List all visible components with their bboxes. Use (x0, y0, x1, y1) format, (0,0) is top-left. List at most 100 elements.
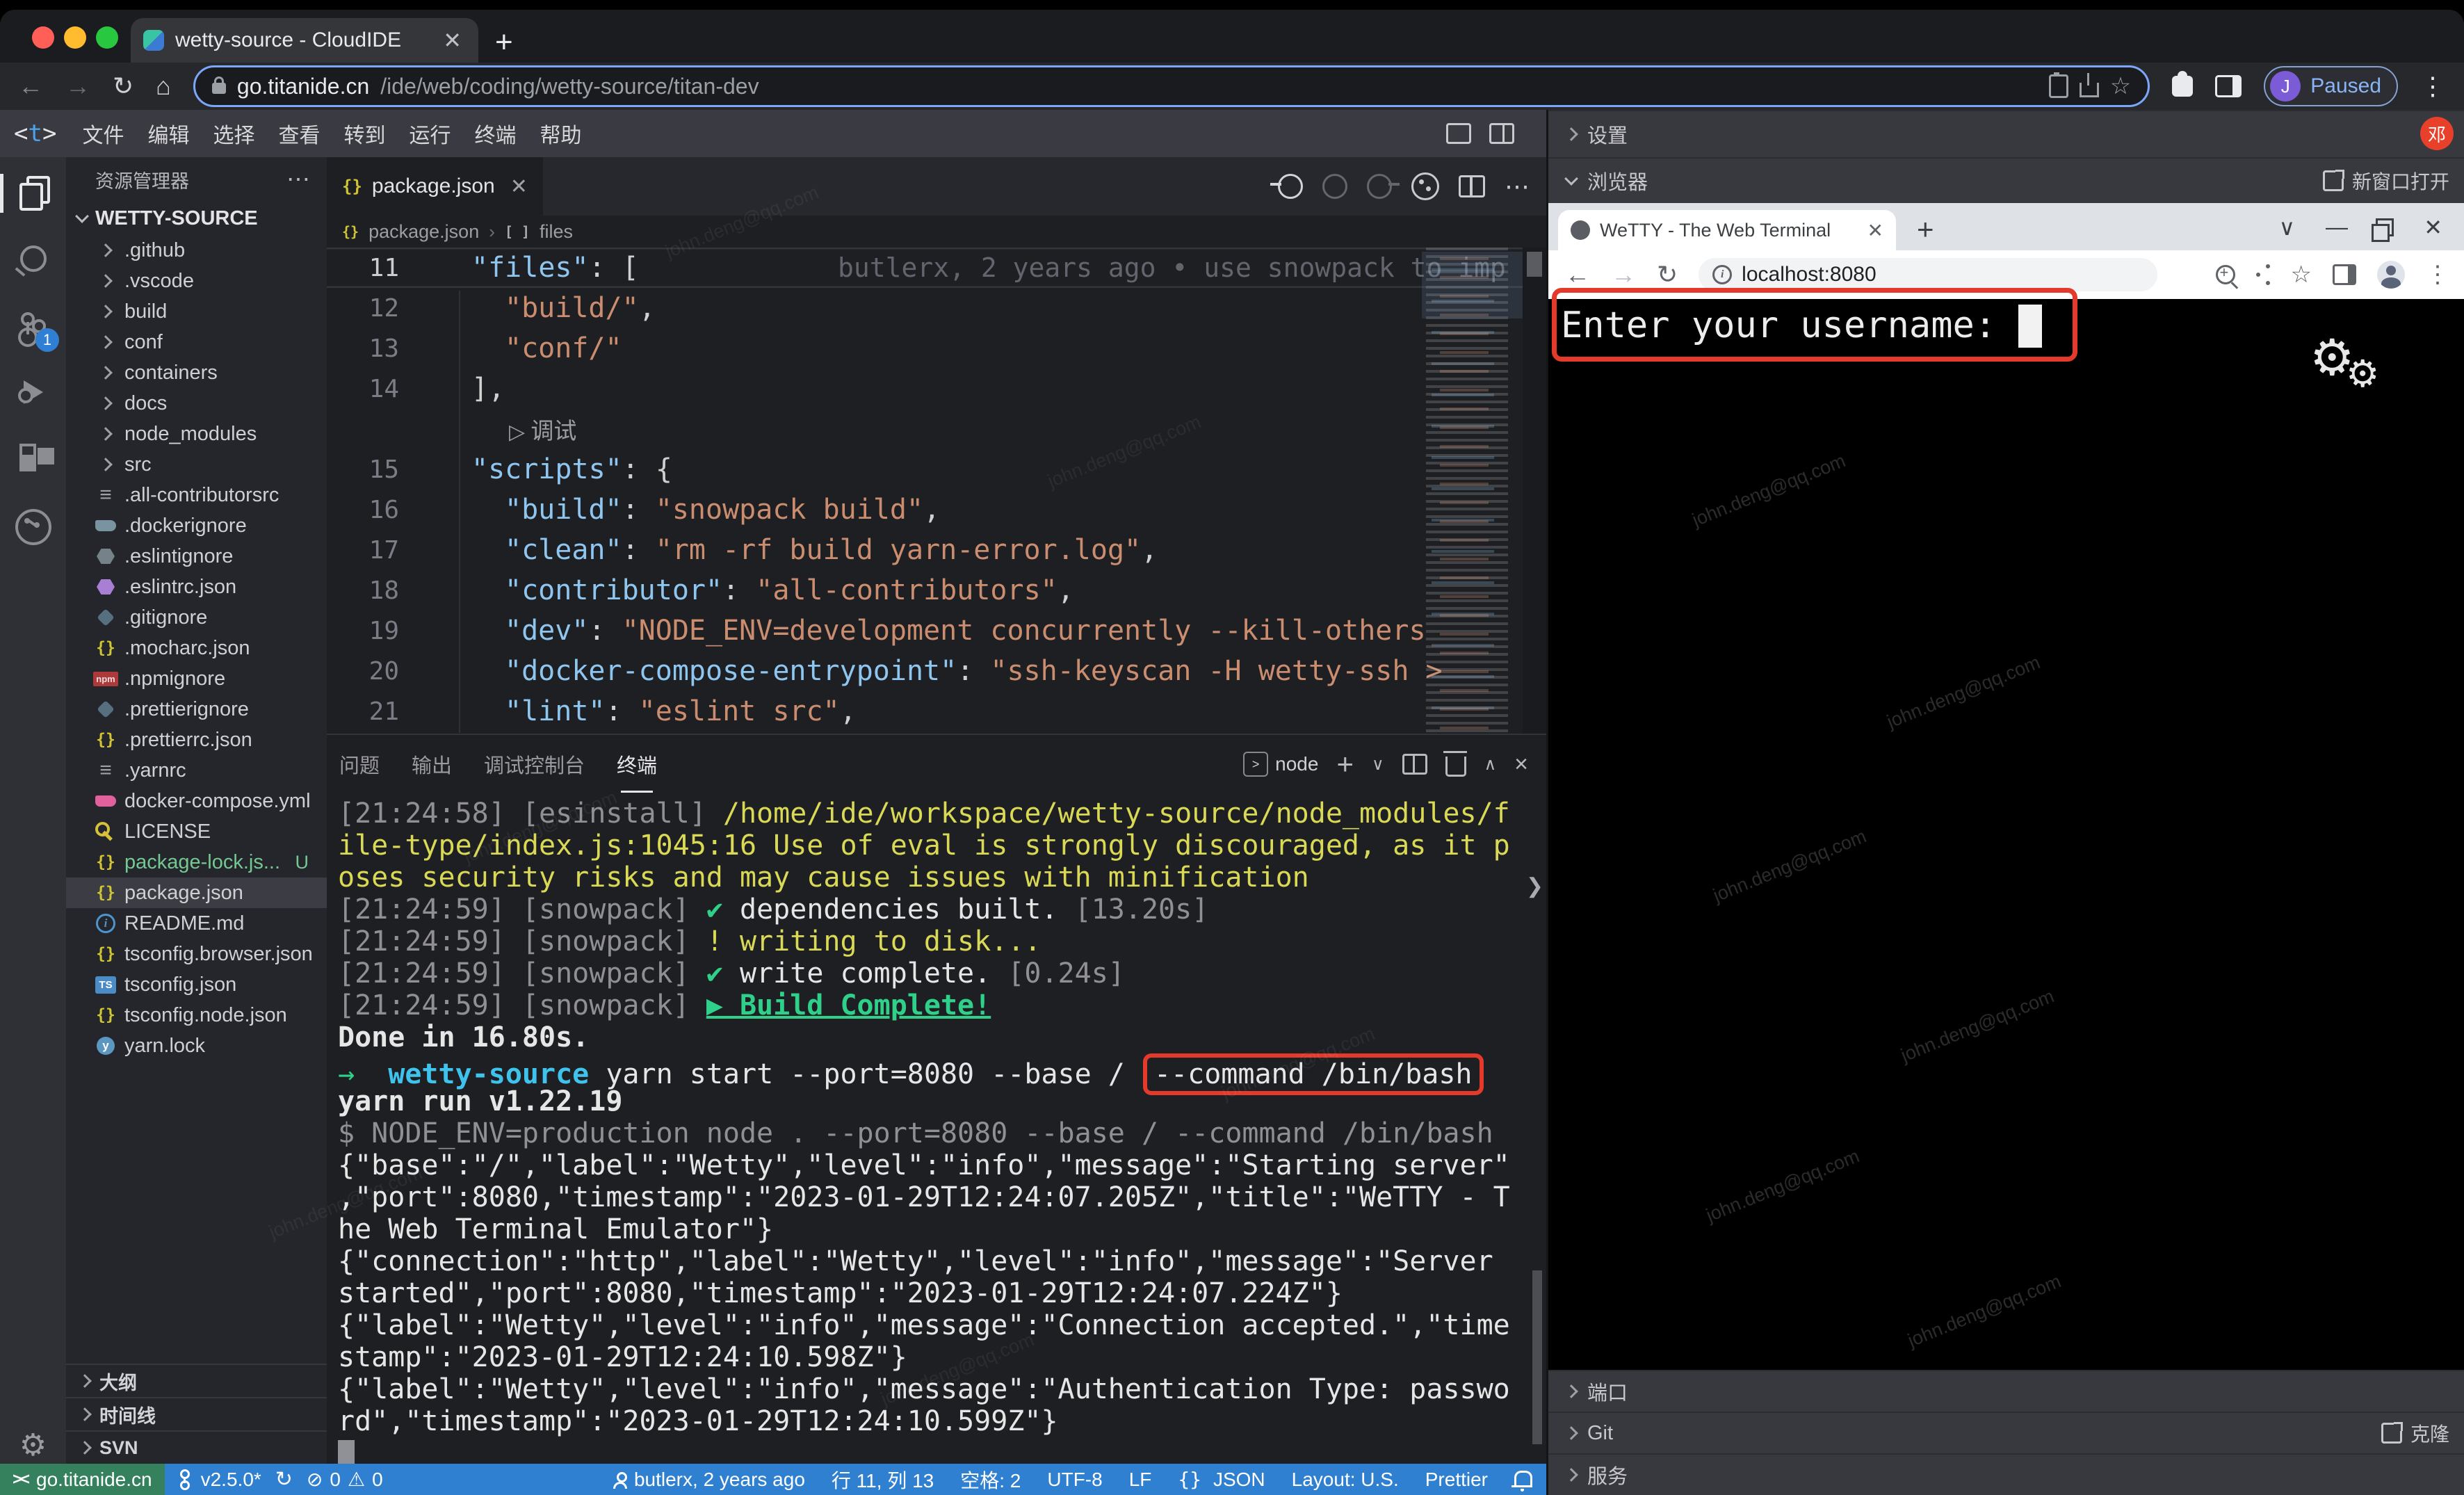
tree-item[interactable]: containers (66, 357, 327, 388)
minimize-window-button[interactable] (64, 26, 86, 49)
menu-kebab-icon[interactable]: ⋮ (2426, 261, 2449, 289)
more-actions-icon[interactable]: ⋯ (1505, 181, 1530, 191)
wetty-settings-gears-icon[interactable]: ⚙⚙ (2310, 328, 2355, 387)
explorer-icon[interactable] (0, 164, 66, 220)
search-icon[interactable] (0, 231, 66, 286)
tree-item[interactable]: docker-compose.yml (66, 786, 327, 816)
cursor-position[interactable]: 行 11, 列 13 (832, 1466, 934, 1494)
new-tab-icon[interactable]: + (1917, 213, 1934, 246)
side-panel-icon[interactable] (2333, 264, 2356, 285)
new-tab-button[interactable]: + (495, 25, 513, 60)
branch-indicator[interactable]: v2.5.0* (180, 1469, 261, 1491)
terminal-output[interactable]: [21:24:58] [esinstall] /home/ide/workspa… (327, 793, 1546, 1468)
menu-terminal[interactable]: 终端 (462, 118, 528, 149)
address-bar[interactable]: go.titanide.cn /ide/web/coding/wetty-sou… (193, 65, 2150, 107)
tree-item[interactable]: .prettierignore (66, 694, 327, 725)
tree-item[interactable]: .dockerignore (66, 510, 327, 541)
split-editor-icon[interactable] (1459, 175, 1485, 197)
panel-overflow-chevron[interactable]: ❯ (1526, 874, 1543, 898)
svn-icon[interactable] (0, 499, 66, 555)
tree-item[interactable]: .yarnrc (66, 755, 327, 786)
bookmark-star-icon[interactable]: ☆ (2291, 261, 2312, 289)
tree-item[interactable]: docs (66, 388, 327, 419)
reload-icon[interactable]: ↻ (113, 74, 133, 99)
menu-file[interactable]: 文件 (70, 118, 136, 149)
forward-icon[interactable]: → (65, 74, 90, 99)
encoding[interactable]: UTF-8 (1047, 1469, 1102, 1491)
tree-item[interactable]: tsconfig.node.json (66, 1000, 327, 1031)
tree-item[interactable]: .gitignore (66, 602, 327, 633)
terminal-dropdown-icon[interactable]: ∨ (1372, 754, 1384, 775)
user-avatar-badge[interactable]: 邓 (2420, 117, 2454, 150)
shell-selector[interactable]: >node (1243, 752, 1318, 777)
extensions-puzzle-icon[interactable] (2172, 76, 2193, 97)
tab-output[interactable]: 输出 (412, 750, 452, 779)
formatter[interactable]: Prettier (1425, 1469, 1488, 1491)
split-terminal-icon[interactable] (1402, 754, 1427, 775)
menu-help[interactable]: 帮助 (528, 118, 593, 149)
fullscreen-icon[interactable] (1446, 123, 1471, 144)
bookmark-star-icon[interactable]: ☆ (2110, 72, 2131, 100)
extensions-icon[interactable] (0, 430, 66, 485)
tree-item[interactable]: .npmignore (66, 663, 327, 694)
profile-icon[interactable] (2377, 261, 2405, 289)
tree-item[interactable]: node_modules (66, 419, 327, 449)
close-window-button[interactable] (32, 26, 54, 49)
section-ports[interactable]: 端口 (1548, 1370, 2464, 1412)
nav-forward-icon[interactable] (1367, 174, 1392, 199)
explorer-more-icon[interactable]: ⋯ (286, 165, 310, 193)
zoom-window-button[interactable] (96, 26, 118, 49)
side-panel-icon[interactable] (2215, 75, 2242, 97)
share-icon[interactable] (2256, 273, 2260, 277)
reload-icon[interactable]: ↻ (1657, 260, 1678, 289)
section-services[interactable]: 服务 (1548, 1453, 2464, 1495)
clone-button[interactable]: 克隆 (2381, 1419, 2464, 1447)
problems-indicator[interactable]: ⊘0⚠0 (307, 1468, 383, 1491)
save-page-icon[interactable] (2049, 74, 2068, 98)
minimize-icon[interactable]: — (2326, 214, 2348, 240)
back-icon[interactable]: ← (18, 74, 43, 99)
tree-item[interactable]: tsconfig.json (66, 969, 327, 1000)
kill-terminal-icon[interactable] (1445, 757, 1466, 777)
sync-icon[interactable]: ↻ (275, 1467, 293, 1492)
editor-tab-packagejson[interactable]: {} package.json ✕ (327, 157, 543, 216)
tab-problems[interactable]: 问题 (339, 750, 380, 779)
site-info-icon[interactable]: i (1712, 265, 1732, 284)
forward-icon[interactable]: → (1611, 260, 1636, 289)
section-git[interactable]: Git 克隆 (1548, 1412, 2464, 1453)
layout-toggle-icon[interactable] (1489, 123, 1514, 144)
tree-item[interactable]: .eslintignore (66, 541, 327, 572)
close-tab-icon[interactable]: ✕ (510, 175, 528, 199)
section-timeline[interactable]: 时间线 (66, 1397, 327, 1430)
tree-item[interactable]: .mocharc.json (66, 633, 327, 663)
maximize-panel-icon[interactable]: ∧ (1484, 754, 1497, 775)
back-icon[interactable]: ← (1565, 260, 1590, 289)
restore-icon[interactable] (2376, 218, 2394, 236)
blame-status[interactable]: butlerx, 2 years ago (613, 1469, 805, 1491)
embedded-address-bar[interactable]: i localhost:8080 (1699, 258, 2157, 291)
tree-item[interactable]: .all-contributorsrc (66, 480, 327, 510)
language-mode[interactable]: JSON (1178, 1468, 1265, 1491)
close-tab-icon[interactable]: ✕ (1867, 219, 1883, 242)
tree-item[interactable]: README.md (66, 908, 327, 939)
section-outline[interactable]: 大纲 (66, 1364, 327, 1397)
menu-run[interactable]: 运行 (397, 118, 462, 149)
minimap[interactable] (1422, 248, 1523, 734)
tree-item[interactable]: package-lock.js...U (66, 847, 327, 878)
indentation[interactable]: 空格: 2 (960, 1466, 1021, 1494)
tree-item[interactable]: conf (66, 327, 327, 357)
workspace-root[interactable]: WETTY-SOURCE (66, 202, 327, 235)
tab-debug-console[interactable]: 调试控制台 (484, 750, 585, 779)
wetty-tab[interactable]: WeTTY - The Web Terminal ✕ (1558, 210, 1896, 250)
tree-item[interactable]: .prettierrc.json (66, 725, 327, 755)
tab-close-icon[interactable]: ✕ (439, 27, 466, 54)
remote-indicator[interactable]: ><go.titanide.cn (0, 1464, 165, 1495)
section-svn[interactable]: SVN (66, 1430, 327, 1464)
menu-edit[interactable]: 编辑 (136, 118, 201, 149)
section-browser[interactable]: 浏览器 新窗口打开 (1548, 157, 2464, 203)
nav-back-icon[interactable] (1278, 174, 1303, 199)
tree-item[interactable]: .eslintrc.json (66, 572, 327, 602)
profile-chip[interactable]: J Paused (2264, 66, 2398, 106)
run-debug-icon[interactable] (0, 364, 66, 420)
tree-item[interactable]: .vscode (66, 266, 327, 296)
